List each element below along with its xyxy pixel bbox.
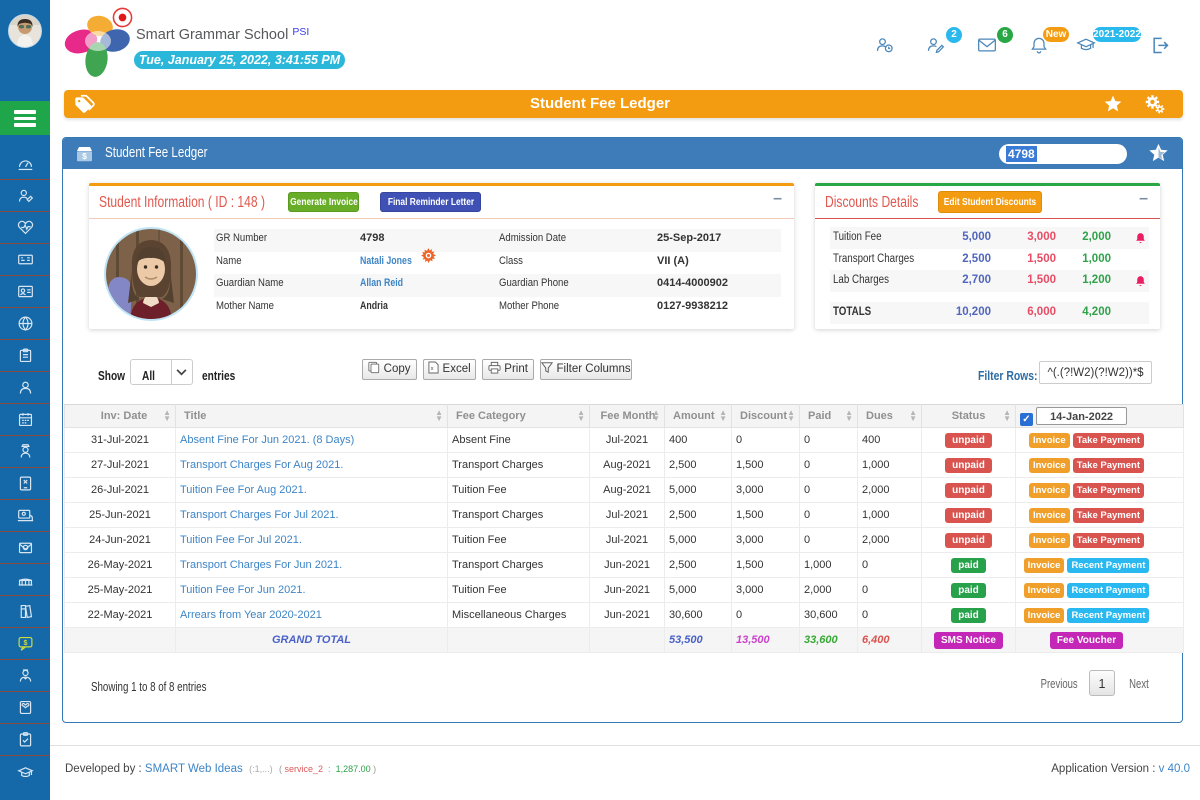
svg-text:$: $	[82, 151, 87, 161]
svg-text:$: $	[23, 638, 27, 647]
svg-text:x: x	[431, 366, 434, 372]
